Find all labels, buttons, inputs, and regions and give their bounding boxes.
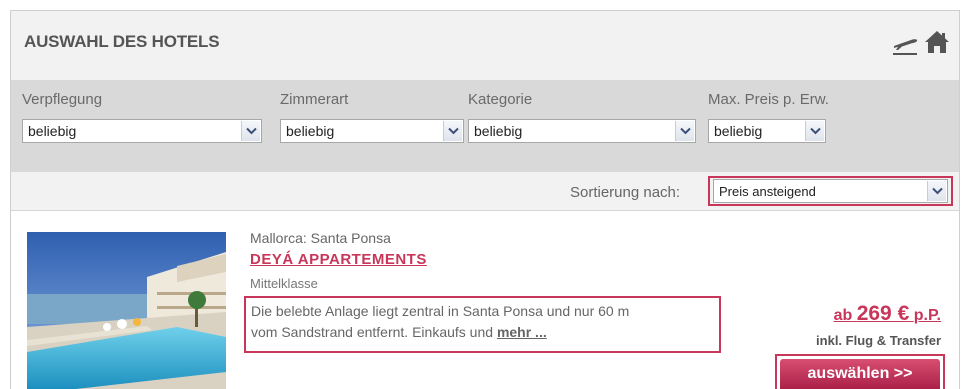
filter-label-zimmerart: Zimmerart — [280, 91, 349, 108]
filter-bar: Verpflegung beliebig Zimmerart beliebig … — [11, 80, 959, 172]
hotel-description-highlight: Die belebte Anlage liegt zentral in Sant… — [244, 296, 721, 353]
plane-icon[interactable] — [891, 31, 919, 57]
select-value: beliebig — [474, 123, 523, 139]
description-text: vom Sandstrand entfernt. Einkaufs und — [251, 324, 494, 340]
select-kategorie[interactable]: beliebig — [468, 119, 696, 143]
hotel-region: Mallorca: Santa Ponsa — [250, 230, 391, 246]
sort-label: Sortierung nach: — [570, 184, 681, 201]
sort-highlight-frame: Preis ansteigend — [708, 176, 953, 206]
hotel-photo[interactable] — [27, 232, 226, 389]
select-button-highlight: auswählen >> — [775, 354, 945, 389]
more-link[interactable]: mehr ... — [497, 324, 547, 340]
page-title: AUSWAHL DES HOTELS — [24, 32, 220, 51]
select-zimmerart[interactable]: beliebig — [280, 119, 464, 143]
select-value: beliebig — [714, 123, 763, 139]
price-note: inkl. Flug & Transfer — [816, 333, 941, 348]
filter-label-max-preis: Max. Preis p. Erw. — [708, 91, 829, 108]
chevron-down-icon[interactable] — [927, 181, 946, 201]
price-suffix: p.P. — [913, 307, 941, 324]
sort-select-value: Preis ansteigend — [719, 184, 816, 199]
chevron-down-icon[interactable] — [805, 121, 824, 141]
select-value: beliebig — [286, 123, 335, 139]
chevron-down-icon[interactable] — [443, 121, 462, 141]
home-icon[interactable] — [924, 29, 950, 55]
select-verpflegung[interactable]: beliebig — [22, 119, 262, 143]
price-value: 269 € — [856, 302, 910, 325]
chevron-down-icon[interactable] — [241, 121, 260, 141]
panel-header: AUSWAHL DES HOTELS — [11, 11, 959, 80]
select-max-preis[interactable]: beliebig — [708, 119, 826, 143]
select-value: beliebig — [28, 123, 77, 139]
chevron-down-icon[interactable] — [675, 121, 694, 141]
select-hotel-button[interactable]: auswählen >> — [780, 359, 940, 389]
sort-row: Sortierung nach: Preis ansteigend — [11, 172, 959, 211]
price-prefix: ab — [833, 307, 853, 324]
filter-label-verpflegung: Verpflegung — [22, 91, 103, 108]
price-link[interactable]: ab 269 € p.P. — [834, 302, 941, 326]
filter-label-kategorie: Kategorie — [468, 91, 533, 108]
hotel-selection-panel: AUSWAHL DES HOTELS Verpflegung beliebig … — [10, 10, 960, 389]
hotel-category: Mittelklasse — [250, 276, 318, 291]
description-line: vom Sandstrand entfernt. Einkaufs und me… — [251, 324, 547, 340]
hotel-name-link[interactable]: DEYÁ APPARTEMENTS — [250, 251, 427, 268]
description-line: Die belebte Anlage liegt zentral in Sant… — [251, 303, 630, 319]
sort-select[interactable]: Preis ansteigend — [713, 179, 948, 203]
